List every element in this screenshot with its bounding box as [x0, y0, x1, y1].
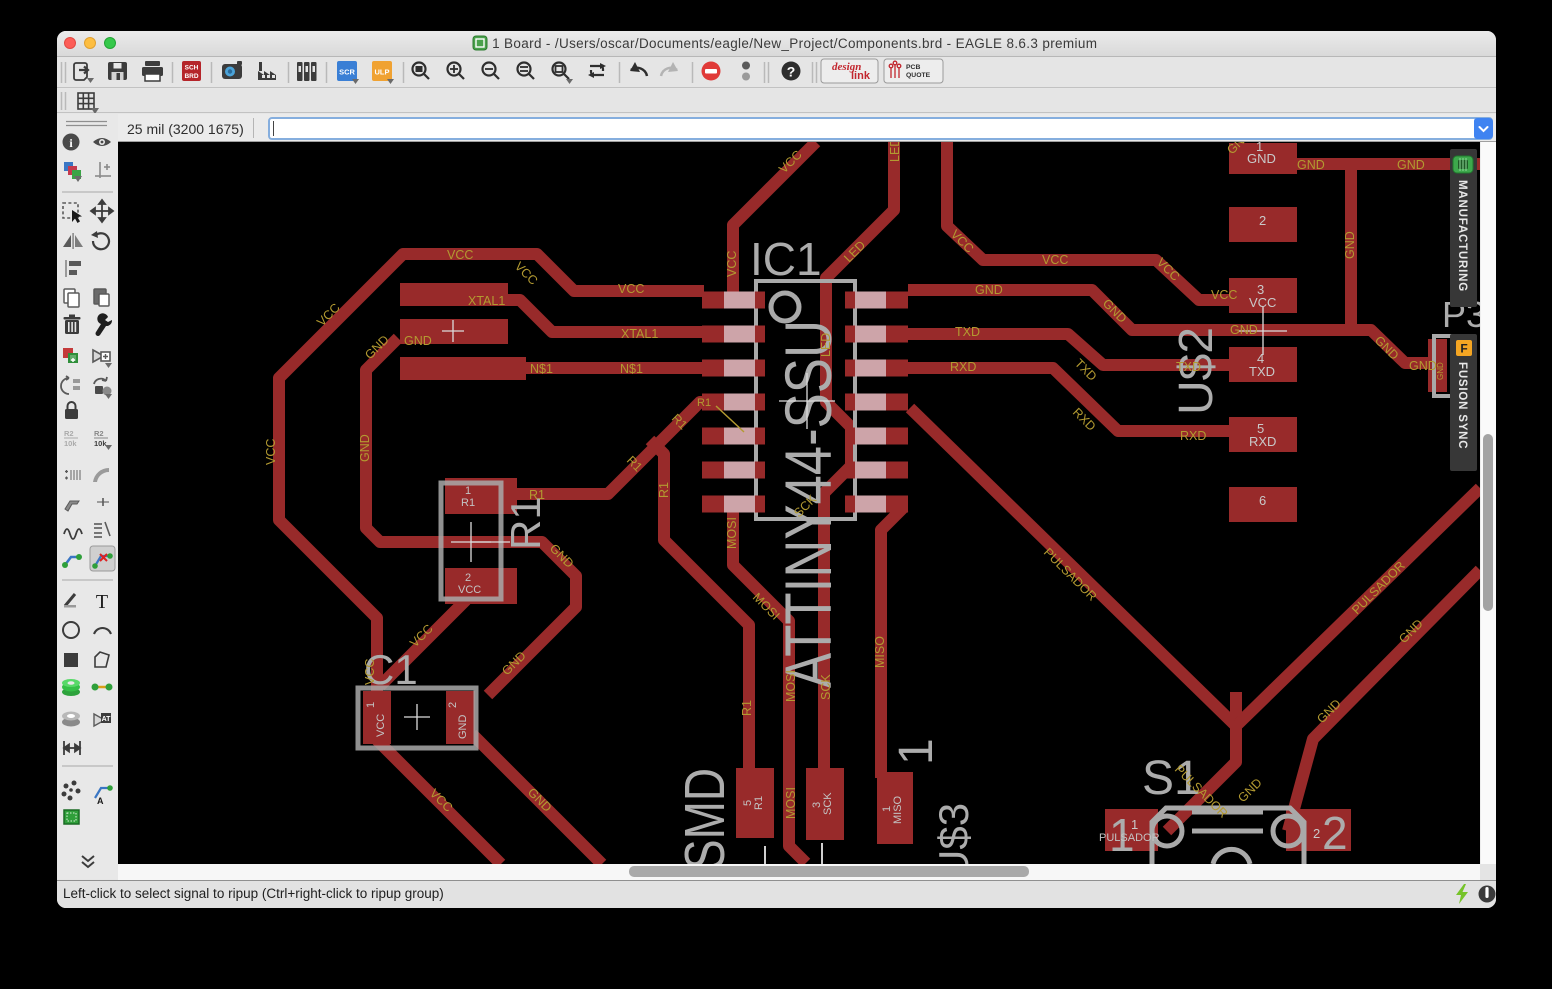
- svg-text:MOSI: MOSI: [725, 517, 739, 549]
- svg-text:TXD: TXD: [1249, 364, 1275, 379]
- svg-text:SCH: SCH: [185, 65, 199, 72]
- svg-text:F: F: [1460, 342, 1467, 356]
- svg-text:1: 1: [890, 738, 943, 765]
- svg-text:SMD: SMD: [673, 768, 737, 864]
- svg-text:R1: R1: [529, 488, 545, 502]
- svg-text:LED: LED: [888, 142, 902, 162]
- svg-text:R1: R1: [753, 796, 765, 810]
- svg-text:GND: GND: [1247, 151, 1276, 166]
- svg-text:VCC: VCC: [447, 248, 473, 262]
- svg-text:RXD: RXD: [1180, 429, 1206, 443]
- svg-text:R1: R1: [697, 397, 711, 409]
- svg-text:MOSI: MOSI: [784, 787, 798, 819]
- svg-text:AT: AT: [102, 716, 112, 723]
- svg-text:R2: R2: [64, 429, 74, 438]
- svg-text:TXD: TXD: [955, 325, 980, 339]
- svg-text:GND: GND: [1397, 158, 1425, 172]
- svg-text:GND: GND: [1297, 158, 1325, 172]
- svg-text:R1: R1: [740, 700, 754, 716]
- svg-text:ULP: ULP: [375, 68, 390, 77]
- svg-text:GND: GND: [975, 283, 1003, 297]
- svg-text:6: 6: [1259, 493, 1266, 508]
- svg-text:VCC: VCC: [458, 584, 481, 596]
- svg-text:VCC: VCC: [363, 659, 377, 685]
- svg-text:SCK: SCK: [822, 792, 834, 815]
- svg-text:SCK: SCK: [819, 674, 833, 700]
- svg-text:MOSI: MOSI: [784, 670, 798, 702]
- svg-text:IC1: IC1: [750, 233, 822, 285]
- svg-text:VCC: VCC: [1249, 295, 1276, 310]
- svg-text:XTAL1: XTAL1: [621, 327, 658, 341]
- svg-text:R2: R2: [94, 429, 104, 438]
- svg-text:RXD: RXD: [1249, 434, 1276, 449]
- svg-text:2: 2: [1259, 213, 1266, 228]
- svg-text:link: link: [851, 70, 871, 82]
- svg-text:10k: 10k: [64, 439, 77, 448]
- svg-text:PCB: PCB: [906, 64, 920, 71]
- svg-text:QUOTE: QUOTE: [906, 72, 931, 79]
- svg-text:2: 2: [1313, 826, 1320, 841]
- svg-text:VCC: VCC: [725, 251, 739, 277]
- svg-text:A: A: [97, 796, 104, 806]
- svg-text:VCC: VCC: [1042, 253, 1068, 267]
- svg-text:10k: 10k: [94, 439, 107, 448]
- svg-text:VCC: VCC: [264, 439, 278, 465]
- svg-text:1: 1: [1131, 817, 1138, 832]
- svg-text:2: 2: [465, 572, 471, 584]
- svg-text:U$3: U$3: [930, 803, 977, 864]
- svg-text:?: ?: [787, 64, 796, 80]
- svg-text:VCC: VCC: [618, 282, 644, 296]
- svg-text:XTAL1: XTAL1: [468, 294, 505, 308]
- svg-text:GND: GND: [1409, 359, 1437, 373]
- svg-text:2: 2: [1322, 807, 1348, 859]
- svg-text:N$1: N$1: [620, 362, 643, 376]
- svg-text:MISO: MISO: [892, 795, 904, 824]
- svg-text:TXD: TXD: [1176, 360, 1201, 374]
- svg-text:VCC: VCC: [1211, 288, 1237, 302]
- svg-text:N$1: N$1: [530, 362, 553, 376]
- svg-text:R1: R1: [461, 497, 475, 509]
- svg-text:VCC: VCC: [375, 714, 387, 737]
- svg-text:1: 1: [365, 702, 377, 708]
- svg-text:PULSADOR: PULSADOR: [1099, 832, 1160, 844]
- svg-text:R1: R1: [657, 482, 671, 498]
- svg-text:GND: GND: [404, 334, 432, 348]
- svg-text:SCR: SCR: [339, 68, 355, 77]
- svg-text:GND: GND: [1343, 231, 1357, 259]
- svg-text:RXD: RXD: [950, 360, 976, 374]
- svg-text:GND: GND: [1230, 323, 1258, 337]
- svg-text:2: 2: [447, 702, 459, 708]
- svg-text:MISO: MISO: [873, 636, 887, 668]
- svg-text:T: T: [96, 591, 108, 613]
- svg-text:GND: GND: [358, 434, 372, 462]
- svg-text:GND: GND: [1436, 362, 1445, 380]
- svg-text:GND: GND: [457, 715, 469, 740]
- svg-text:BRD: BRD: [184, 73, 198, 80]
- svg-text:1: 1: [465, 485, 471, 497]
- svg-text:LED: LED: [819, 333, 833, 357]
